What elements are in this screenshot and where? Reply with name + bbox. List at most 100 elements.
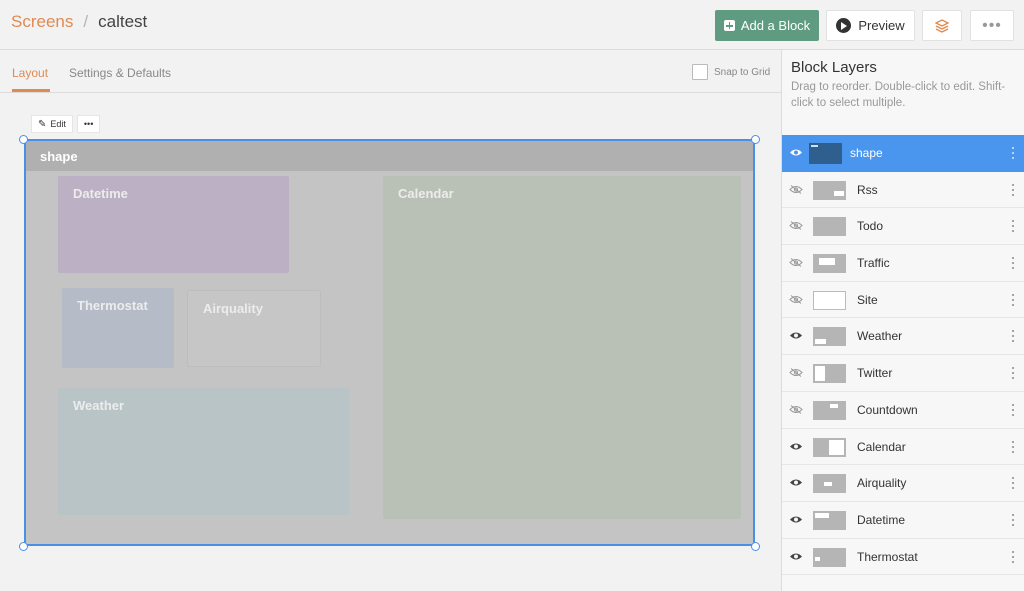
eye-icon[interactable] [789,552,803,561]
preview-button[interactable]: Preview [826,10,915,41]
eye-icon[interactable] [789,442,803,451]
layer-kebab-icon[interactable] [1012,220,1015,233]
layer-name: shape [850,146,883,160]
layer-name: Traffic [857,256,890,271]
eye-icon[interactable] [789,478,803,487]
layer-name: Countdown [857,402,918,417]
layer-row-thermostat[interactable]: Thermostat [782,538,1024,576]
snap-to-grid-checkbox[interactable] [692,64,708,80]
resize-handle-bottom-left[interactable] [19,542,28,551]
resize-handle-top-left[interactable] [19,135,28,144]
add-block-label: Add a Block [740,18,811,33]
resize-handle-bottom-right[interactable] [751,542,760,551]
layer-kebab-icon[interactable] [1012,403,1015,416]
snap-to-grid-label: Snap to Grid [714,66,771,78]
layer-kebab-icon[interactable] [1012,477,1015,490]
layer-name: Rss [857,182,878,197]
layer-kebab-icon[interactable] [1012,550,1015,563]
more-options-button[interactable]: ••• [970,10,1014,41]
tab-layout[interactable]: Layout [12,66,48,80]
block-layers-title: Block Layers [791,59,877,76]
layer-row-calendar[interactable]: Calendar [782,428,1024,466]
layer-row-shape[interactable]: shape [782,135,1024,172]
calendar-block[interactable]: Calendar [383,176,741,519]
shape-title: shape [40,149,78,164]
layer-kebab-icon[interactable] [1012,330,1015,343]
layer-kebab-icon[interactable] [1012,147,1015,159]
layer-kebab-icon[interactable] [1012,367,1015,380]
tab-settings-defaults[interactable]: Settings & Defaults [69,66,171,80]
layer-thumbnail [813,327,846,347]
tab-bar: Layout Settings & Defaults Snap to Grid [0,51,781,93]
layer-row-traffic[interactable]: Traffic [782,245,1024,282]
layer-kebab-icon[interactable] [1012,293,1015,306]
layer-thumbnail [813,180,846,200]
layer-row-countdown[interactable]: Countdown [782,391,1024,429]
page-title: caltest [98,12,148,31]
layer-kebab-icon[interactable] [1012,513,1015,526]
datetime-block[interactable]: Datetime [58,176,289,273]
layer-name: Calendar [857,439,906,454]
edit-block-button[interactable]: ✎ Edit [31,115,73,133]
top-header: Screens / caltest Add a Block Preview ••… [0,0,1024,50]
layer-row-twitter[interactable]: Twitter [782,355,1024,392]
weather-block-label: Weather [73,398,125,413]
layer-kebab-icon[interactable] [1012,440,1015,453]
preview-label: Preview [858,18,905,33]
edit-label: Edit [50,119,66,129]
eye-icon[interactable] [789,515,803,524]
block-more-button[interactable]: ••• [76,115,101,133]
layer-thumbnail [813,437,846,457]
datetime-block-label: Datetime [73,186,128,201]
eye-icon[interactable] [789,331,803,340]
add-block-button[interactable]: Add a Block [715,10,819,41]
layer-row-rss[interactable]: Rss [782,171,1024,209]
layer-name: Weather [857,329,903,344]
calendar-block-label: Calendar [398,186,454,201]
layer-kebab-icon[interactable] [1012,183,1015,196]
layers-icon [935,18,949,33]
airquality-block-label: Airquality [203,301,263,316]
snap-to-grid-toggle[interactable]: Snap to Grid [692,64,770,80]
airquality-block[interactable]: Airquality [187,290,321,367]
layer-row-weather[interactable]: Weather [782,318,1024,356]
weather-block[interactable]: Weather [58,388,349,515]
resize-handle-top-right[interactable] [751,135,760,144]
layer-thumbnail [813,364,846,384]
layer-thumbnail [813,290,846,310]
breadcrumb-separator: / [83,12,89,31]
layer-row-datetime[interactable]: Datetime [782,501,1024,539]
breadcrumb-screens-link[interactable]: Screens [11,12,73,32]
selected-shape-block[interactable]: shape Datetime Calendar Thermostat Airqu… [24,139,755,546]
layer-thumbnail [813,217,846,237]
eye-off-icon[interactable] [789,404,803,414]
eye-off-icon[interactable] [789,368,803,378]
layer-name: Airquality [857,476,907,491]
eye-off-icon[interactable] [789,184,803,194]
layer-thumbnail [813,474,846,494]
eye-off-icon[interactable] [789,221,803,231]
block-toolbar: ✎ Edit ••• [31,115,104,133]
pencil-icon: ✎ [38,118,47,130]
layer-name: Thermostat [857,549,918,564]
layers-button[interactable] [922,10,962,41]
active-tab-indicator [12,89,50,92]
eye-off-icon[interactable] [789,258,803,267]
block-layers-help: Drag to reorder. Double-click to edit. S… [791,81,1006,109]
thermostat-block-label: Thermostat [77,298,148,313]
layer-name: Site [857,292,878,307]
layer-thumbnail [809,143,842,164]
layer-name: Twitter [857,366,893,381]
layer-list: shape Rss Todo Traffic Site Weather Twitter Cou… [782,135,1024,576]
eye-off-icon[interactable] [789,294,803,304]
layer-kebab-icon[interactable] [1012,257,1015,270]
thermostat-block[interactable]: Thermostat [62,288,174,368]
layer-row-todo[interactable]: Todo [782,208,1024,246]
layer-row-site[interactable]: Site [782,281,1024,319]
layer-thumbnail [813,547,846,567]
layer-thumbnail [813,510,846,530]
layer-name: Datetime [857,512,906,527]
layer-thumbnail [813,254,846,274]
layer-row-airquality[interactable]: Airquality [782,465,1024,502]
eye-icon[interactable] [789,148,803,157]
